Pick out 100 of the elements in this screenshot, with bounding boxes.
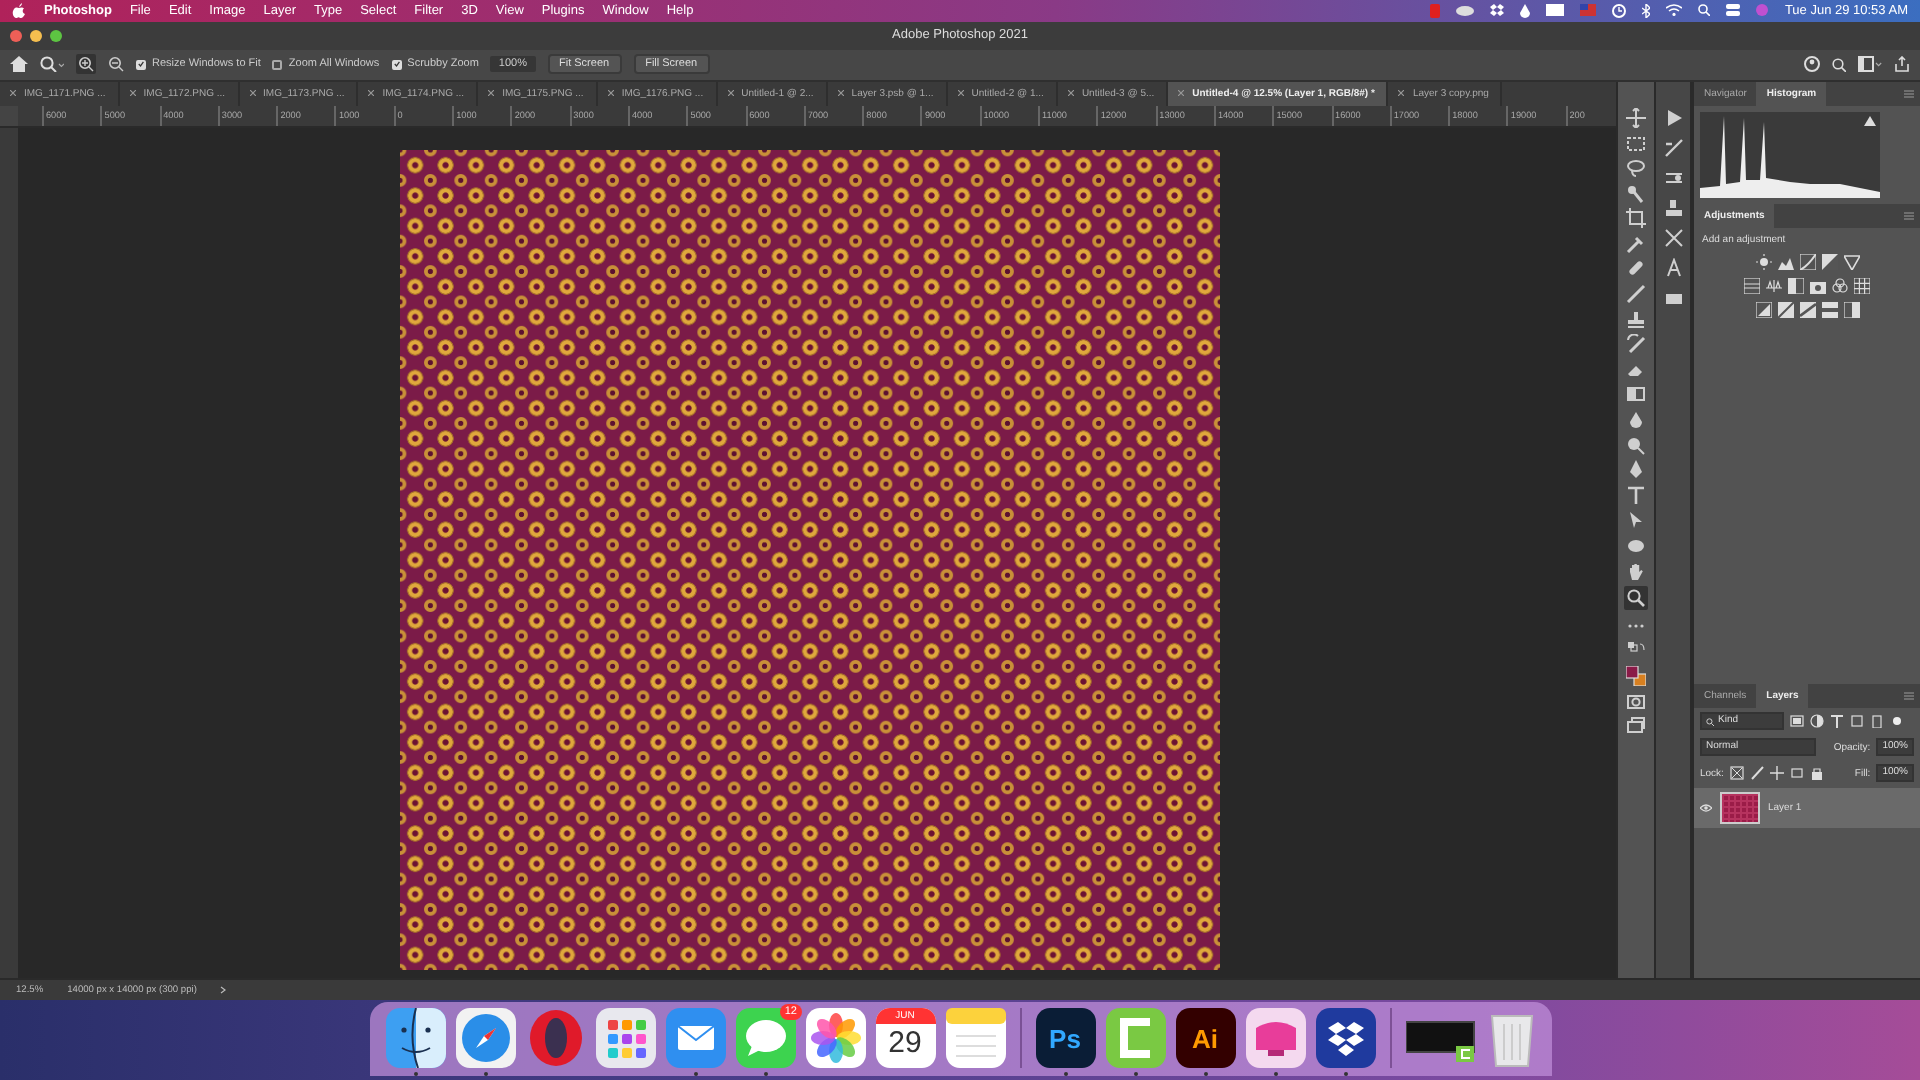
hue-icon[interactable] bbox=[1744, 277, 1760, 294]
character-icon[interactable] bbox=[1663, 257, 1683, 278]
share-icon[interactable] bbox=[1894, 56, 1910, 73]
hand-icon[interactable] bbox=[1626, 561, 1646, 582]
zoom-icon[interactable] bbox=[1626, 588, 1646, 609]
pointer-icon[interactable] bbox=[1626, 510, 1646, 531]
ellipse-icon[interactable] bbox=[1626, 536, 1646, 557]
dropbox-icon[interactable] bbox=[1315, 1008, 1375, 1069]
lasso-icon[interactable] bbox=[1626, 158, 1646, 179]
filter-toggle-icon[interactable] bbox=[1890, 714, 1904, 729]
balance-icon[interactable] bbox=[1766, 277, 1782, 294]
zoom-tool-icon[interactable] bbox=[40, 56, 64, 73]
threshold-icon[interactable] bbox=[1799, 301, 1815, 318]
close-icon[interactable] bbox=[10, 90, 16, 97]
rectangle-select-icon[interactable] bbox=[1626, 133, 1646, 154]
control-center-icon[interactable] bbox=[1726, 4, 1741, 17]
invert-icon[interactable] bbox=[1755, 301, 1771, 318]
gradient-map-icon[interactable] bbox=[1821, 301, 1837, 318]
display-icon[interactable] bbox=[1546, 3, 1565, 18]
crop-icon[interactable] bbox=[1626, 208, 1646, 229]
close-icon[interactable] bbox=[129, 90, 136, 97]
close-icon[interactable] bbox=[488, 90, 495, 97]
flower-petals-icon[interactable] bbox=[805, 1008, 865, 1069]
checkbox[interactable] bbox=[391, 59, 402, 70]
checkbox[interactable] bbox=[136, 59, 146, 70]
play-icon[interactable] bbox=[1663, 107, 1683, 128]
bracket-c-icon[interactable] bbox=[1105, 1008, 1165, 1069]
home-icon[interactable] bbox=[10, 56, 28, 73]
zoom-button[interactable] bbox=[50, 29, 62, 42]
selective-color-icon[interactable] bbox=[1843, 301, 1859, 318]
brush-icon[interactable] bbox=[1626, 284, 1646, 305]
mail-icon[interactable] bbox=[665, 1008, 725, 1069]
type-tool-icon[interactable] bbox=[1626, 485, 1646, 506]
close-icon[interactable] bbox=[957, 90, 964, 97]
quick-select-icon[interactable] bbox=[1626, 183, 1646, 204]
workspace-icon[interactable] bbox=[1858, 56, 1882, 73]
screen-mode-icon[interactable] bbox=[1626, 716, 1646, 737]
checkbox[interactable] bbox=[272, 59, 283, 70]
lock-all-icon[interactable] bbox=[1809, 766, 1824, 781]
levels-icon[interactable] bbox=[1777, 253, 1793, 270]
people-icon[interactable] bbox=[1804, 56, 1820, 73]
lock-pixels-icon[interactable] bbox=[1729, 766, 1744, 781]
clone-source-icon[interactable] bbox=[1663, 197, 1683, 218]
monitor-icon[interactable] bbox=[1245, 1008, 1305, 1069]
brush-presets-icon[interactable] bbox=[1663, 167, 1683, 188]
close-icon[interactable] bbox=[1067, 90, 1074, 97]
scissors-icon[interactable] bbox=[1663, 227, 1683, 248]
bluetooth-icon[interactable] bbox=[1642, 3, 1651, 18]
lock-move-icon[interactable] bbox=[1769, 766, 1784, 781]
close-icon[interactable] bbox=[1398, 90, 1405, 97]
app-icon[interactable]: Ai bbox=[1175, 1008, 1235, 1069]
eye-icon[interactable] bbox=[1700, 804, 1712, 813]
history-brush-icon[interactable] bbox=[1626, 334, 1646, 355]
zoom-out-icon[interactable] bbox=[108, 56, 124, 73]
chat-bubble-icon[interactable] bbox=[735, 1008, 795, 1069]
opera-icon[interactable] bbox=[525, 1008, 585, 1069]
drop-icon[interactable] bbox=[1520, 3, 1531, 18]
photo-filter-icon[interactable] bbox=[1810, 277, 1826, 294]
posterize-icon[interactable] bbox=[1777, 301, 1793, 318]
drop-icon[interactable] bbox=[1626, 410, 1646, 431]
close-icon[interactable] bbox=[249, 90, 256, 97]
warning-icon[interactable] bbox=[1864, 115, 1876, 126]
move-icon[interactable] bbox=[1626, 107, 1646, 128]
close-icon[interactable] bbox=[727, 90, 734, 97]
vibrance-icon[interactable] bbox=[1843, 253, 1859, 270]
stamp-icon[interactable] bbox=[1626, 309, 1646, 330]
zoom-in-icon[interactable] bbox=[78, 56, 94, 73]
quick-mask-icon[interactable] bbox=[1626, 691, 1646, 712]
app-icon[interactable]: Ps bbox=[1035, 1008, 1095, 1069]
lock-paint-icon[interactable] bbox=[1749, 766, 1764, 781]
close-icon[interactable] bbox=[837, 90, 844, 97]
close-icon[interactable] bbox=[1178, 90, 1185, 97]
curves-icon[interactable] bbox=[1799, 253, 1815, 270]
brightness-icon[interactable] bbox=[1755, 253, 1771, 270]
eyedropper-icon[interactable] bbox=[1626, 233, 1646, 254]
brush-settings-icon[interactable] bbox=[1663, 137, 1683, 158]
color-swatches-icon[interactable] bbox=[1626, 665, 1646, 686]
close-icon[interactable] bbox=[607, 90, 614, 97]
close-button[interactable] bbox=[10, 29, 22, 42]
compass-icon[interactable] bbox=[455, 1008, 515, 1069]
minimize-button[interactable] bbox=[30, 29, 42, 42]
app-grid-icon[interactable] bbox=[595, 1008, 655, 1069]
pen-icon[interactable] bbox=[1626, 460, 1646, 481]
cloud-icon[interactable] bbox=[1456, 4, 1475, 17]
notepad-icon[interactable] bbox=[945, 1008, 1005, 1069]
pixel-filter-icon[interactable] bbox=[1790, 714, 1804, 729]
dropbox-icon[interactable] bbox=[1490, 4, 1505, 17]
finder-icon[interactable] bbox=[385, 1008, 445, 1069]
type-filter-icon[interactable] bbox=[1830, 714, 1844, 729]
lookup-grid-icon[interactable] bbox=[1854, 277, 1870, 294]
dodge-icon[interactable] bbox=[1626, 435, 1646, 456]
clock-icon[interactable] bbox=[1612, 3, 1627, 18]
adjustment-filter-icon[interactable] bbox=[1810, 714, 1824, 729]
lock-artboard-icon[interactable] bbox=[1789, 766, 1804, 781]
close-icon[interactable] bbox=[368, 90, 375, 97]
search-icon[interactable] bbox=[1832, 57, 1846, 72]
wifi-icon[interactable] bbox=[1666, 4, 1683, 17]
shape-filter-icon[interactable] bbox=[1850, 714, 1864, 729]
mixer-icon[interactable] bbox=[1832, 277, 1848, 294]
smart-object-filter-icon[interactable] bbox=[1870, 714, 1884, 729]
